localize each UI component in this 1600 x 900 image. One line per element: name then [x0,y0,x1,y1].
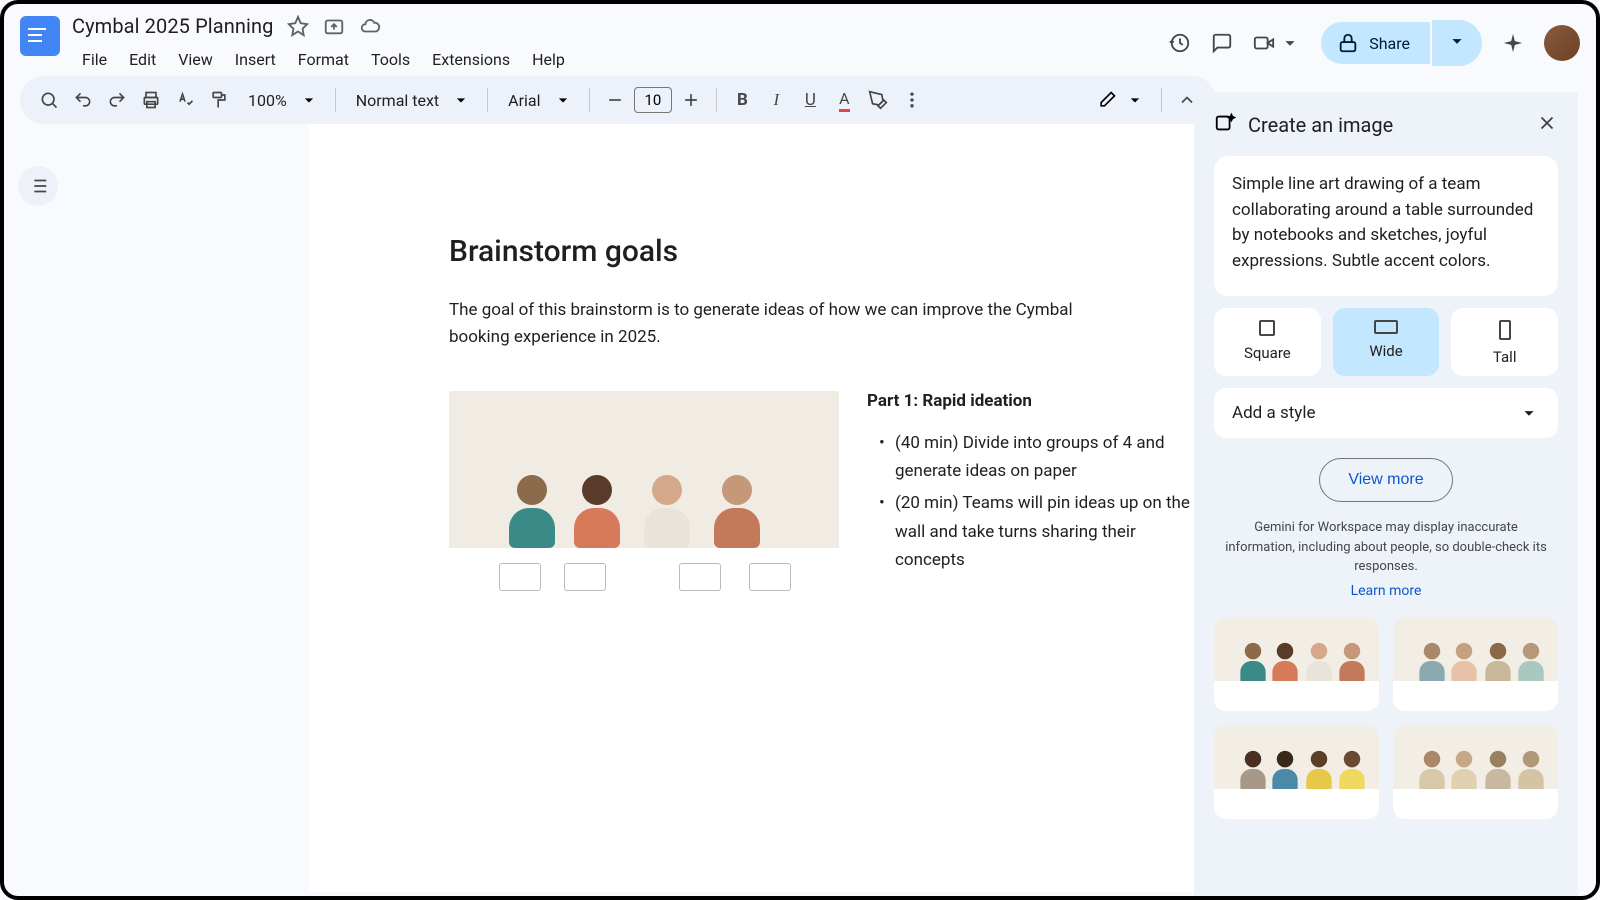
panel-title: Create an image [1248,113,1524,137]
redo-icon[interactable] [102,85,132,115]
image-result-3[interactable] [1214,725,1379,819]
paint-format-icon[interactable] [204,85,234,115]
print-icon[interactable] [136,85,166,115]
comments-icon[interactable] [1211,32,1233,54]
star-icon[interactable] [287,15,309,37]
aspect-square[interactable]: Square [1214,308,1321,376]
create-image-panel: Create an image Simple line art drawing … [1194,92,1578,896]
menu-view[interactable]: View [168,44,223,75]
image-result-2[interactable] [1393,617,1558,711]
italic-icon[interactable]: I [761,85,791,115]
image-result-4[interactable] [1393,725,1558,819]
editing-mode-select[interactable] [1091,90,1151,110]
intro-paragraph: The goal of this brainstorm is to genera… [449,297,1129,351]
inline-image[interactable] [449,391,839,603]
view-more-button[interactable]: View more [1319,458,1452,502]
share-dropdown[interactable] [1432,20,1482,66]
style-select[interactable]: Add a style [1214,388,1558,438]
decrease-font-icon[interactable] [600,85,630,115]
learn-more-link[interactable]: Learn more [1214,583,1558,599]
menu-edit[interactable]: Edit [119,44,166,75]
underline-icon[interactable]: U [795,85,825,115]
outline-toggle[interactable] [18,166,58,206]
spellcheck-icon[interactable] [170,85,200,115]
menu-tools[interactable]: Tools [361,44,420,75]
paragraph-style-select[interactable]: Normal text [346,90,477,110]
heading-1: Brainstorm goals [449,234,1199,269]
disclaimer-text: Gemini for Workspace may display inaccur… [1214,518,1558,577]
history-icon[interactable] [1169,32,1191,54]
aspect-tall[interactable]: Tall [1451,308,1558,376]
move-icon[interactable] [323,15,345,37]
image-result-1[interactable] [1214,617,1379,711]
zoom-select[interactable]: 100% [238,90,325,110]
menu-extensions[interactable]: Extensions [422,44,520,75]
menu-format[interactable]: Format [288,44,359,75]
document-page[interactable]: Brainstorm goals The goal of this brains… [309,124,1339,892]
list-item: (40 min) Divide into groups of 4 and gen… [867,429,1199,485]
share-button[interactable]: Share [1321,22,1430,64]
avatar[interactable] [1544,25,1580,61]
toolbar: 100% Normal text Arial 10 B I U A [20,76,1216,124]
increase-font-icon[interactable] [676,85,706,115]
cloud-icon[interactable] [359,15,381,37]
font-select[interactable]: Arial [498,90,578,110]
docs-logo[interactable] [20,16,60,56]
menu-insert[interactable]: Insert [225,44,286,75]
share-label: Share [1369,34,1410,53]
text-color-icon[interactable]: A [829,85,859,115]
undo-icon[interactable] [68,85,98,115]
font-size-input[interactable]: 10 [634,87,673,113]
gemini-icon[interactable] [1502,32,1524,54]
list-item: (20 min) Teams will pin ideas up on the … [867,489,1199,573]
bold-icon[interactable]: B [727,85,757,115]
aspect-wide[interactable]: Wide [1333,308,1440,376]
menu-bar: File Edit View Insert Format Tools Exten… [72,44,1169,75]
close-icon[interactable] [1536,112,1558,138]
create-image-icon [1214,112,1236,138]
meet-icon[interactable] [1253,32,1301,54]
highlight-icon[interactable] [863,85,893,115]
document-title[interactable]: Cymbal 2025 Planning [72,14,273,38]
menu-file[interactable]: File [72,44,117,75]
menu-help[interactable]: Help [522,44,575,75]
prompt-input[interactable]: Simple line art drawing of a team collab… [1214,156,1558,296]
search-icon[interactable] [34,85,64,115]
more-icon[interactable] [897,85,927,115]
section-title: Part 1: Rapid ideation [867,391,1199,411]
